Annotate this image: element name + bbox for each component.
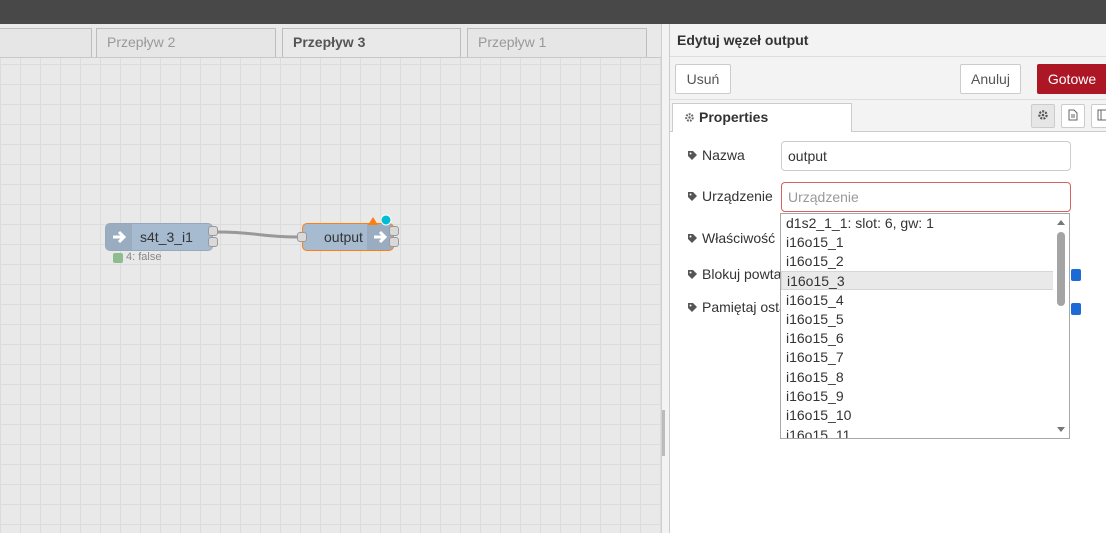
dropdown-option[interactable]: i16o15_5 [781,310,1055,329]
done-button[interactable]: Gotowe [1037,64,1106,94]
dropdown-option[interactable]: i16o15_9 [781,387,1055,406]
tab-properties-label: Properties [699,109,769,125]
document-icon [1068,108,1078,124]
changed-indicator-icon [368,214,392,226]
input-port[interactable] [297,232,307,242]
dropdown-option[interactable]: i16o15_4 [781,291,1055,310]
scroll-up-icon[interactable] [1057,220,1065,225]
layout-icon [1097,108,1106,124]
dropdown-option[interactable]: i16o15_6 [781,329,1055,348]
dropdown-option[interactable]: i16o15_7 [781,348,1055,367]
dropdown-option[interactable]: i16o15_11 [781,426,1055,438]
tag-icon [687,231,698,247]
output-port[interactable] [208,226,218,236]
settings-tab-button[interactable] [1031,104,1055,128]
status-dot-icon [113,253,123,263]
scroll-down-icon[interactable] [1057,427,1065,432]
gear-icon [684,105,695,131]
arrow-right-icon [106,224,132,250]
property-row-label: Właściwość [687,230,775,247]
output-port[interactable] [389,237,399,247]
editor-tabs: Properties [670,100,1106,132]
flow-node-input[interactable]: s4t_3_i1 [105,223,213,251]
device-dropdown[interactable]: d1s2_1_1: slot: 6, gw: 1 i16o15_1 i16o15… [780,213,1070,439]
dropdown-option[interactable]: i16o15_10 [781,406,1055,425]
name-row-label: Nazwa [687,147,745,164]
description-tab-button[interactable] [1061,104,1085,128]
dropdown-option[interactable]: i16o15_8 [781,368,1055,387]
editor-toolbar: Usuń Anuluj Gotowe [670,57,1106,100]
node-status: 4: false [126,251,162,263]
tab-properties[interactable]: Properties [672,103,852,132]
dropdown-option[interactable]: i16o15_1 [781,233,1055,252]
remember-last-checkbox[interactable] [1071,303,1081,315]
tag-icon [687,189,698,205]
block-repeat-checkbox[interactable] [1071,269,1081,281]
gear-icon [1037,108,1049,124]
flow-workspace[interactable]: Przepływ 2 Przepływ 3 Przepływ 1 s4t_3_i… [0,24,661,533]
flow-wire [216,230,300,239]
dropdown-scrollbar[interactable] [1053,214,1069,438]
app-header [0,0,1106,24]
splitter-handle[interactable] [662,410,665,456]
tag-icon [687,300,698,316]
name-field[interactable]: output [781,141,1071,171]
remember-last-row-label: Pamiętaj ostat [687,299,791,316]
block-repeat-row-label: Blokuj powtarz [687,266,793,283]
device-row-label: Urządzenie [687,188,773,205]
workspace-splitter[interactable] [661,24,669,533]
editor-title: Edytuj węzeł output [670,24,1106,57]
node-label: s4t_3_i1 [140,229,193,245]
dropdown-option[interactable]: d1s2_1_1: slot: 6, gw: 1 [781,214,1055,233]
scrollbar-thumb[interactable] [1057,232,1065,306]
cancel-button[interactable]: Anuluj [960,64,1021,94]
dropdown-option[interactable]: i16o15_2 [781,252,1055,271]
device-field[interactable]: Urządzenie [781,182,1071,212]
appearance-tab-button[interactable] [1091,104,1106,128]
node-label: output [324,229,363,245]
delete-button[interactable]: Usuń [675,64,731,94]
output-port[interactable] [208,237,218,247]
dropdown-option-highlighted[interactable]: i16o15_3 [781,271,1055,290]
tag-icon [687,148,698,164]
tag-icon [687,267,698,283]
